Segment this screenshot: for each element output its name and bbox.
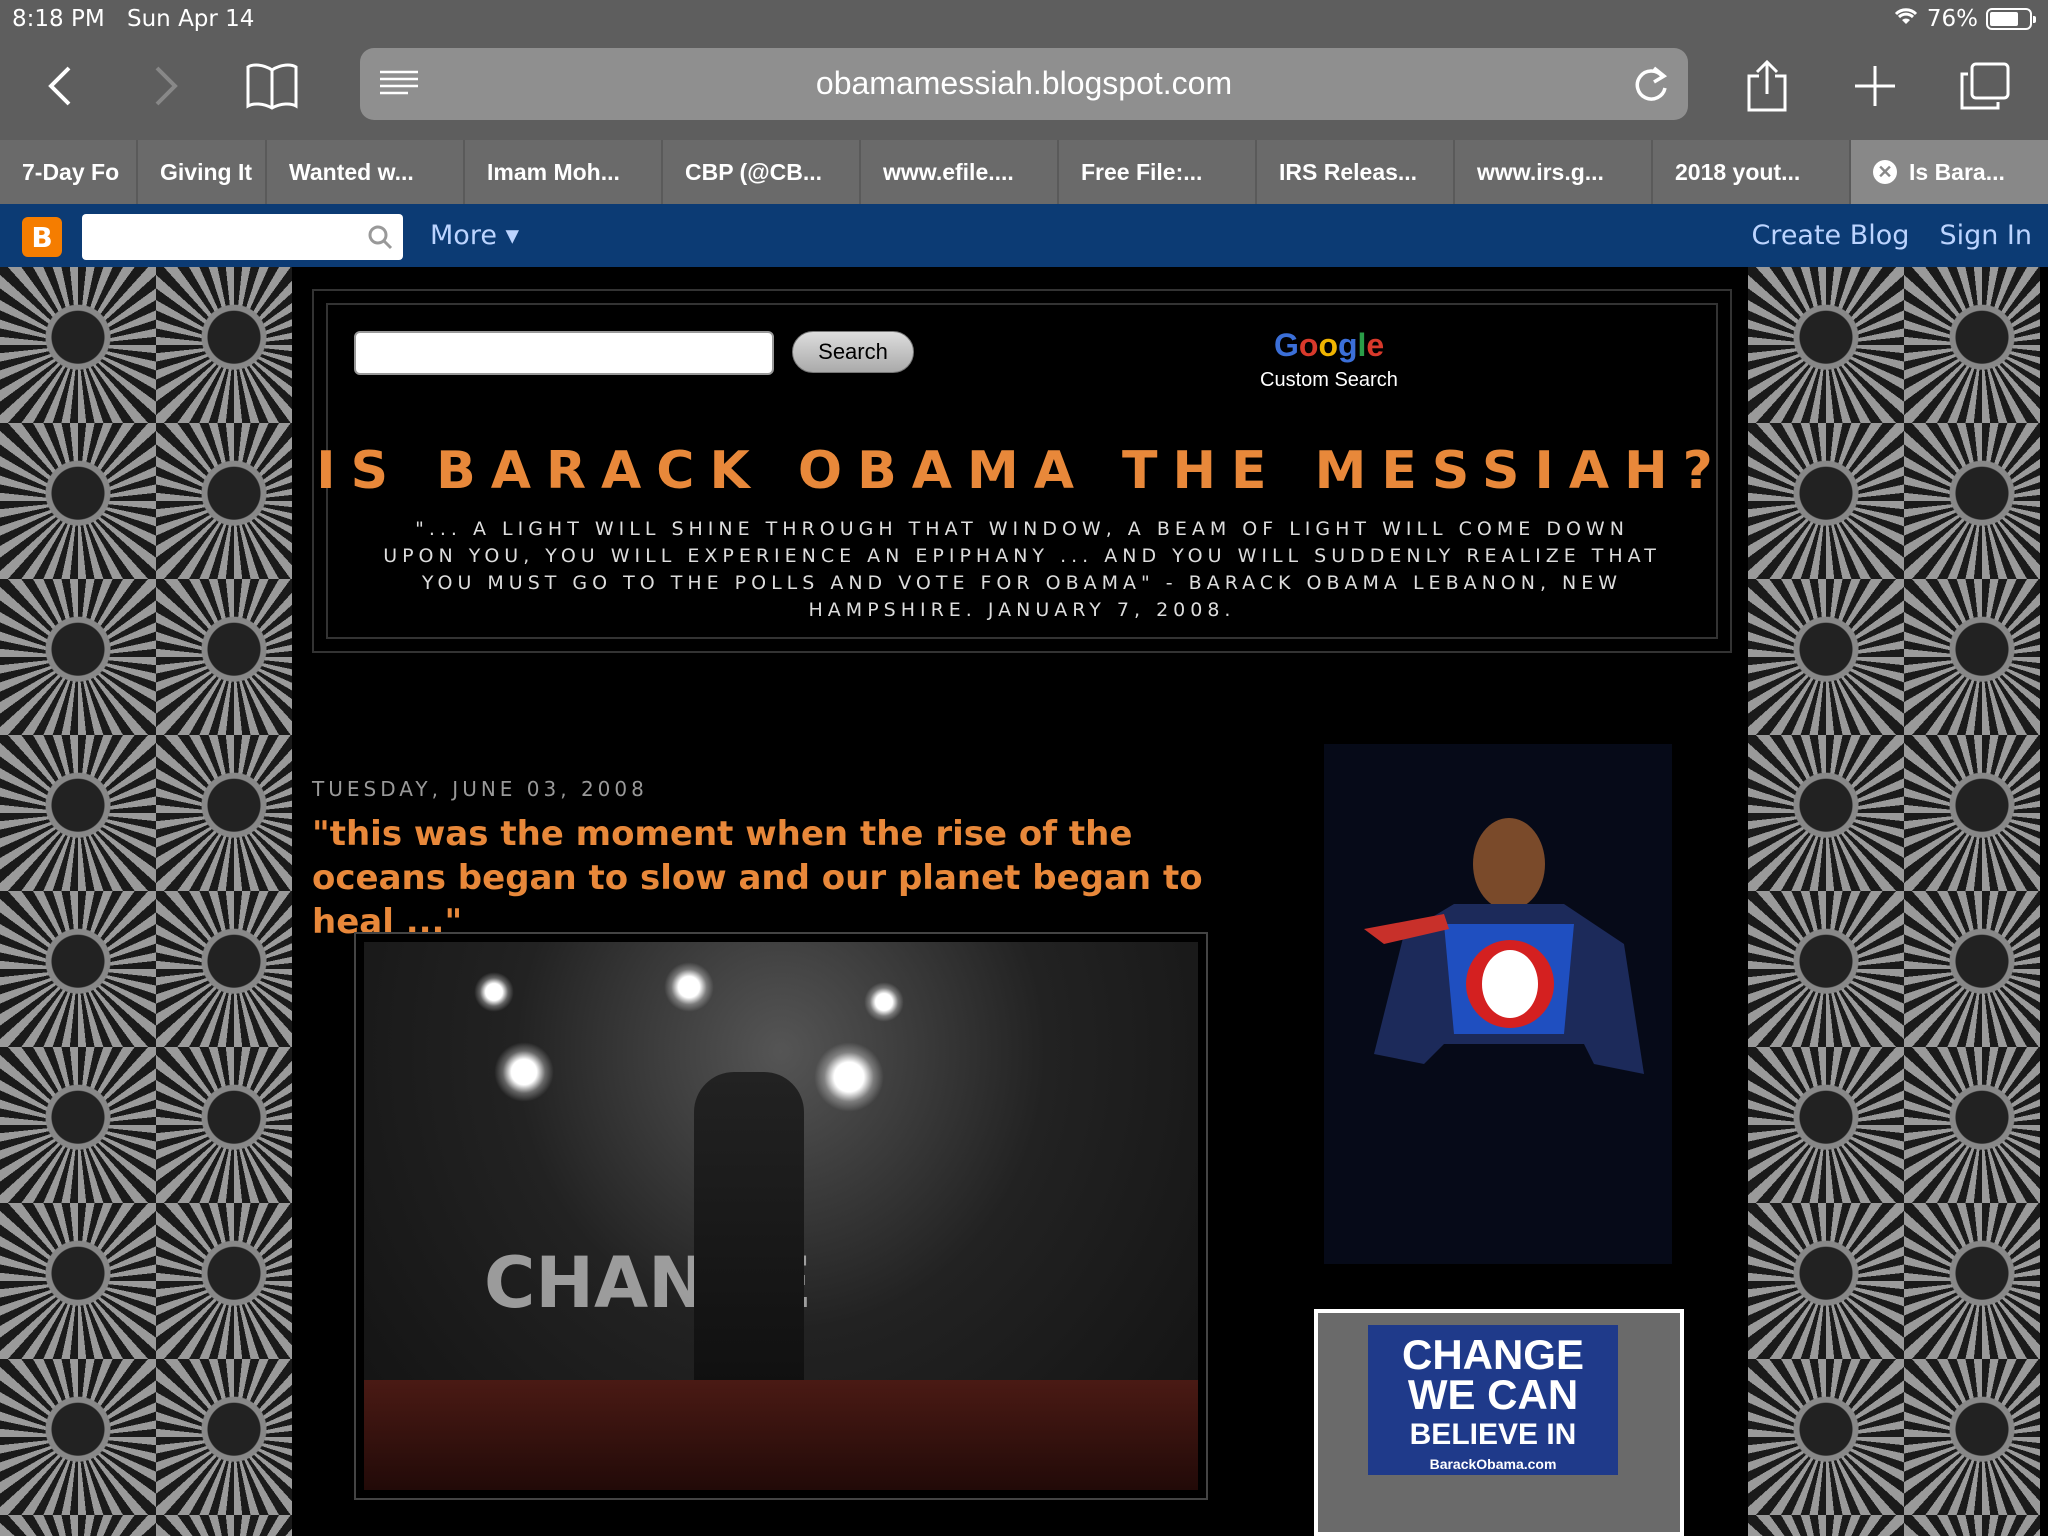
sign-url: BarackObama.com: [1429, 1456, 1557, 1472]
tab-label: IRS Releas...: [1279, 158, 1418, 185]
tab-active[interactable]: ✕ Is Bara...: [1851, 140, 2048, 204]
stage-photo: CHANGE: [364, 942, 1198, 1490]
tab-label: www.irs.g...: [1477, 158, 1604, 185]
blog-main: Search Google Custom Search IS BARACK OB…: [292, 267, 1748, 1536]
url-text: obamamessiah.blogspot.com: [815, 65, 1233, 101]
tab-label: Is Bara...: [1909, 158, 2005, 185]
share-icon[interactable]: [1738, 58, 1796, 114]
google-logo: Google: [1274, 327, 1385, 363]
create-blog-link[interactable]: Create Blog: [1751, 220, 1909, 251]
tab-2018-youtube[interactable]: 2018 yout...: [1653, 140, 1851, 204]
blog-description: "... A LIGHT WILL SHINE THROUGH THAT WIN…: [383, 518, 1661, 621]
tab-label: www.efile....: [883, 158, 1014, 185]
blogger-logo-icon[interactable]: B: [22, 217, 62, 257]
superhero-image[interactable]: [1324, 744, 1672, 1264]
search-icon[interactable]: [367, 224, 393, 254]
tab-label: Giving It: [160, 158, 252, 185]
status-bar: 8:18 PM Sun Apr 14 76%: [0, 6, 2048, 36]
tab-label: 7-Day Fo: [22, 158, 120, 185]
tab-efile[interactable]: www.efile....: [861, 140, 1059, 204]
battery-icon: [1986, 8, 2036, 30]
status-date: Sun Apr 14: [127, 6, 255, 32]
back-button[interactable]: [32, 58, 88, 114]
more-label: More: [430, 220, 497, 251]
browser-chrome: 8:18 PM Sun Apr 14 76% obamamessiah.blog…: [0, 0, 2048, 140]
background-pattern-left: [0, 267, 292, 1536]
battery-percent: 76%: [1926, 6, 1978, 32]
tab-giving-it[interactable]: Giving It: [138, 140, 267, 204]
wifi-icon: [1893, 6, 1919, 32]
search-button[interactable]: Search: [792, 331, 914, 373]
change-sign-image[interactable]: CHANGE WE CAN BELIEVE IN BarackObama.com: [1314, 1309, 1684, 1536]
custom-search-label: Custom Search: [1260, 369, 1398, 391]
new-tab-icon[interactable]: [1846, 58, 1904, 114]
address-bar[interactable]: obamamessiah.blogspot.com: [360, 48, 1688, 120]
tab-label: CBP (@CB...: [685, 158, 823, 185]
sign-line-3: BELIEVE IN: [1409, 1418, 1577, 1451]
bookmarks-icon[interactable]: [242, 58, 302, 114]
sign-board: CHANGE WE CAN BELIEVE IN BarackObama.com: [1368, 1325, 1618, 1475]
blog-header: Search Google Custom Search IS BARACK OB…: [312, 289, 1732, 653]
post-title[interactable]: "this was the moment when the rise of th…: [312, 812, 1212, 944]
tab-free-file[interactable]: Free File:...: [1059, 140, 1257, 204]
tabs-overview-icon[interactable]: [1952, 58, 2016, 114]
tab-label: Free File:...: [1081, 158, 1203, 185]
reload-icon[interactable]: [1632, 64, 1670, 108]
blog-title[interactable]: IS BARACK OBAMA THE MESSIAH?: [314, 441, 1730, 501]
sign-line-1: CHANGE: [1401, 1331, 1584, 1378]
google-search-input[interactable]: [354, 331, 774, 375]
tab-wanted[interactable]: Wanted w...: [267, 140, 465, 204]
crowd: [364, 1380, 1198, 1490]
status-right: 76%: [1893, 6, 2036, 32]
tab-strip: 7-Day Fo Giving It Wanted w... Imam Moh.…: [0, 140, 2048, 204]
blogger-navbar: B More ▾ Create Blog Sign In: [0, 204, 2048, 267]
post-date: TUESDAY, JUNE 03, 2008: [312, 777, 648, 801]
sign-photo: CHANGE WE CAN BELIEVE IN BarackObama.com: [1318, 1313, 1680, 1532]
blogger-links: Create Blog Sign In: [1751, 220, 2032, 251]
background-pattern-right: [1748, 267, 2040, 1536]
blogger-search-input[interactable]: [82, 214, 403, 260]
tab-imam[interactable]: Imam Moh...: [465, 140, 663, 204]
forward-button[interactable]: [138, 58, 194, 114]
more-menu[interactable]: More ▾: [430, 220, 519, 251]
tab-label: Imam Moh...: [487, 158, 620, 185]
dropdown-arrow-icon: ▾: [505, 220, 520, 251]
tab-irs-gov[interactable]: www.irs.g...: [1455, 140, 1653, 204]
tab-label: 2018 yout...: [1675, 158, 1801, 185]
tab-cbp[interactable]: CBP (@CB...: [663, 140, 861, 204]
tab-irs-release[interactable]: IRS Releas...: [1257, 140, 1455, 204]
status-time: 8:18 PM: [12, 6, 105, 32]
close-tab-icon[interactable]: ✕: [1873, 160, 1897, 184]
sign-in-link[interactable]: Sign In: [1939, 220, 2032, 251]
sign-line-2: WE CAN: [1407, 1371, 1579, 1418]
tab-label: Wanted w...: [289, 158, 414, 185]
post-image[interactable]: CHANGE: [354, 932, 1208, 1500]
tab-7-day[interactable]: 7-Day Fo: [0, 140, 138, 204]
